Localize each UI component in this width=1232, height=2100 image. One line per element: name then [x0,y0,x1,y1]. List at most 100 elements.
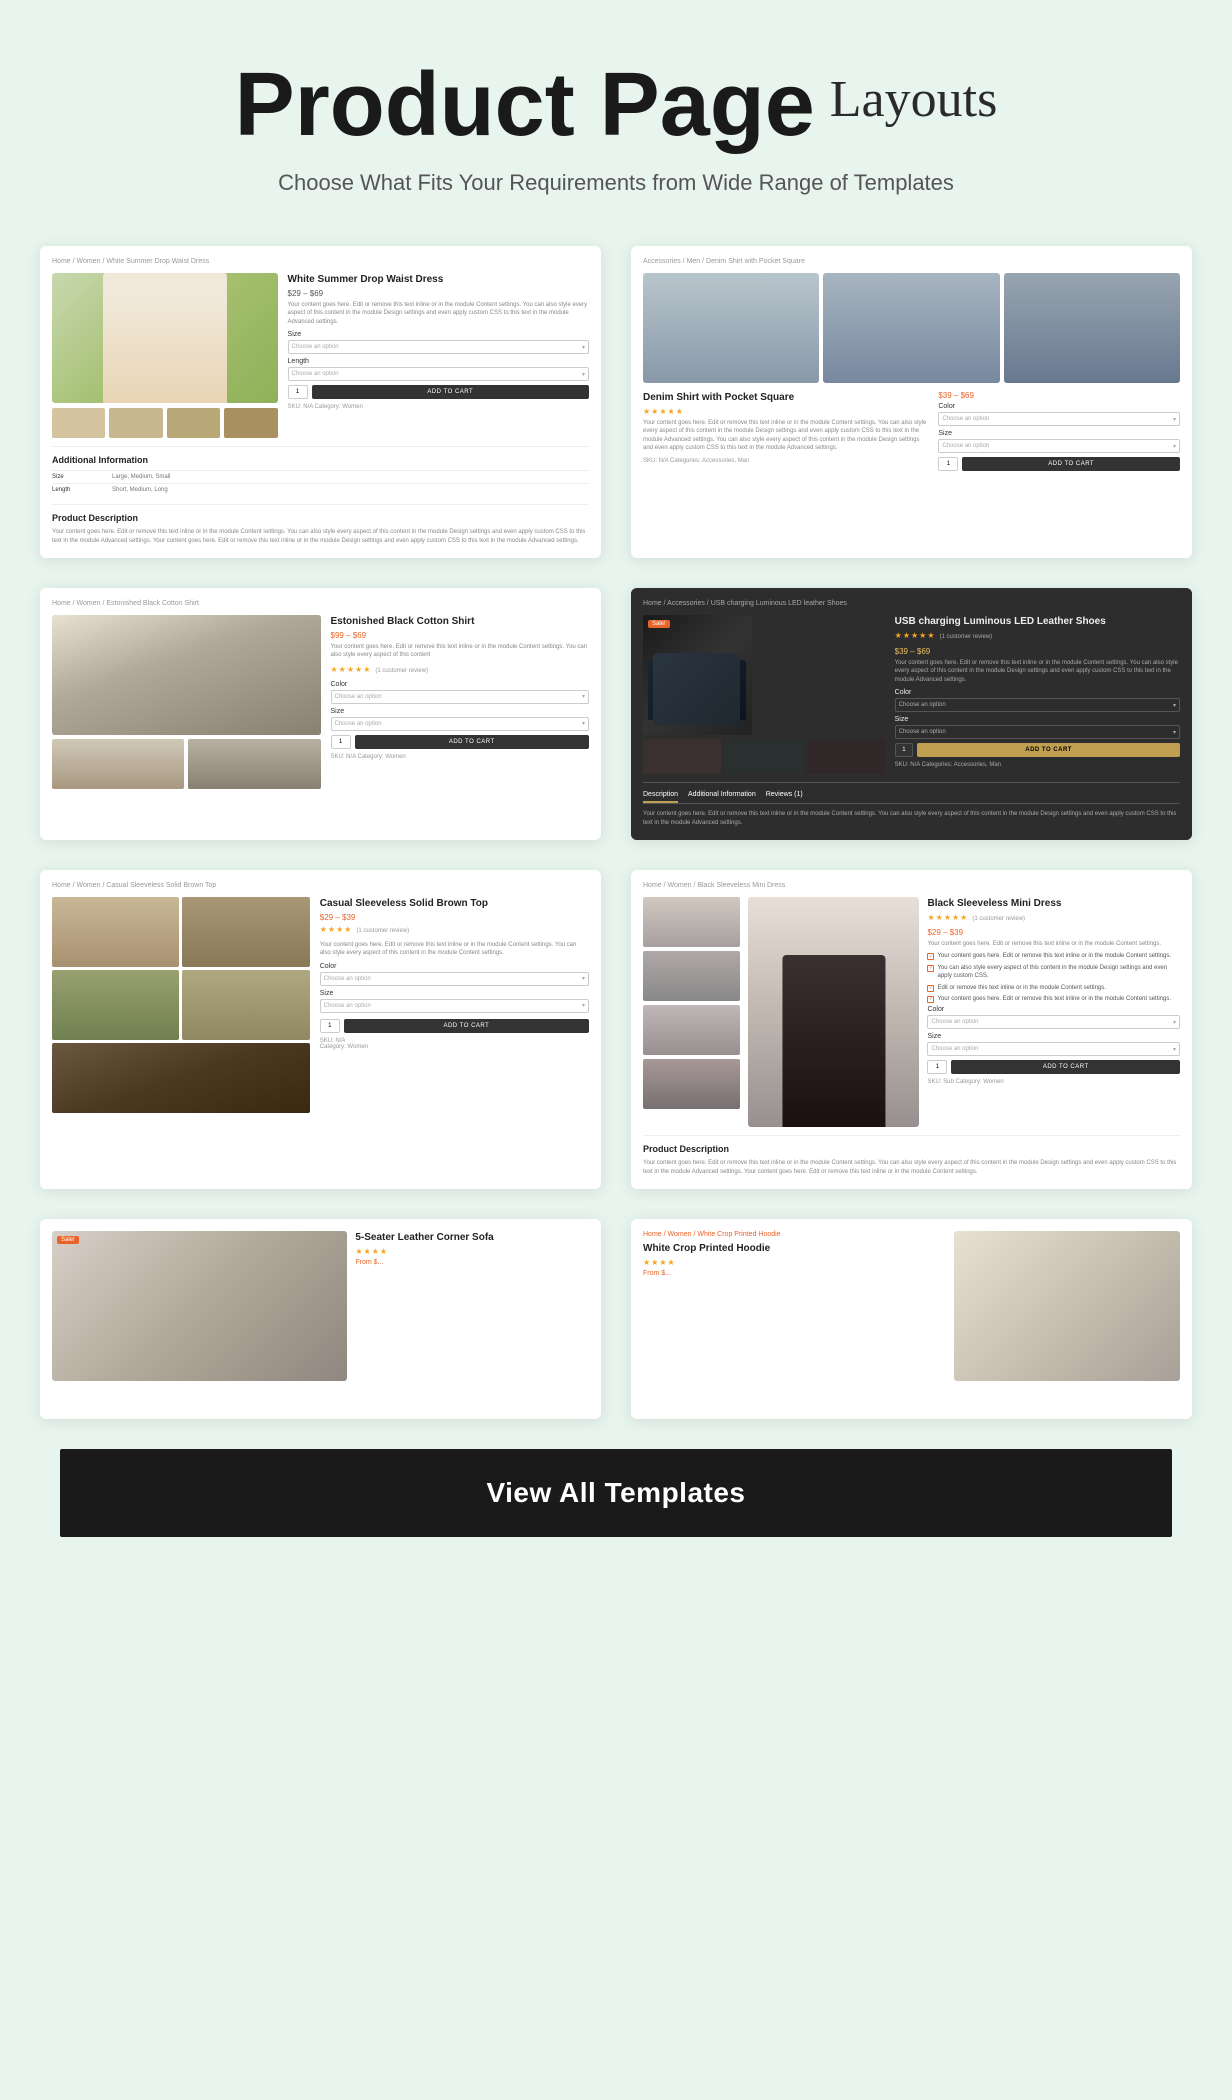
tab-additional-4[interactable]: Additional Information [688,791,756,803]
sale-badge-4: Sale! [648,620,670,628]
product-main-img-2c [1004,273,1180,383]
stars-2: ★★★★★ [643,407,928,416]
size-select-4[interactable]: Choose an option ▾ [895,725,1180,739]
breadcrumb-5: Home / Women / Casual Sleeveless Solid B… [52,882,589,889]
color-label-4: Color [895,689,1180,696]
product-desc-5: Your content goes here. Edit or remove t… [320,941,589,958]
mockup-3: Home / Women / Estonished Black Cotton S… [40,588,601,801]
checkbox-6d[interactable] [927,996,934,1003]
size-info-val-1: Large, Medium, Small [112,474,170,480]
product-price-4: $39 – $69 [895,647,1180,656]
template-card-8[interactable]: Home / Women / White Crop Printed Hoodie… [631,1219,1192,1419]
product-thumb-3b[interactable] [188,739,320,789]
stars-7: ★★★★ [355,1247,589,1256]
qty-input-6[interactable]: 1 [927,1060,947,1074]
checkbox-6a[interactable] [927,953,934,960]
color-label-3: Color [331,681,590,688]
template-card-6[interactable]: Home / Women / Black Sleeveless Mini Dre… [631,870,1192,1189]
stars-5: ★★★★ [320,925,353,934]
tab-reviews-4[interactable]: Reviews (1) [766,791,803,803]
size-select-3[interactable]: Choose an option ▾ [331,717,590,731]
sku-2: SKU: N/A Categories: Accessories, Man [643,458,928,464]
template-card-3[interactable]: Home / Women / Estonished Black Cotton S… [40,588,601,840]
product-title-7: 5-Seater Leather Corner Sofa [355,1231,589,1244]
size-select-5[interactable]: Choose an option ▾ [320,999,589,1013]
product-img-5e [52,1043,310,1113]
atc-button-2[interactable]: ADD TO CART [962,457,1180,471]
size-label-4: Size [895,716,1180,723]
templates-grid: Home / Women / White Summer Drop Waist D… [40,246,1192,1419]
sku-1: SKU: N/A Category: Women [288,404,589,410]
template-card-1[interactable]: Home / Women / White Summer Drop Waist D… [40,246,601,558]
qty-input-1[interactable]: 1 [288,385,308,399]
qty-input-2[interactable]: 1 [938,457,958,471]
product-img-5c [52,970,179,1040]
product-img-5b [182,897,309,967]
check-text-6d: Your content goes here. Edit or remove t… [937,995,1171,1003]
product-thumb-1d[interactable] [224,408,277,438]
checkbox-6b[interactable] [927,965,934,972]
product-thumb-6d[interactable] [643,1059,740,1109]
size-select-1[interactable]: Choose an option ▾ [288,340,589,354]
template-card-7[interactable]: Sale! 5-Seater Leather Corner Sofa ★★★★ … [40,1219,601,1419]
length-select-1[interactable]: Choose an option ▾ [288,367,589,381]
check-text-6a: Your content goes here. Edit or remove t… [937,952,1171,960]
stars-label-3: (1 customer review) [375,668,428,674]
size-label-1: Size [288,331,589,338]
template-card-5[interactable]: Home / Women / Casual Sleeveless Solid B… [40,870,601,1189]
mockup-5: Home / Women / Casual Sleeveless Solid B… [40,870,601,1125]
product-thumb-4c[interactable] [807,739,885,774]
product-title-2: Denim Shirt with Pocket Square [643,391,928,404]
product-thumb-3a[interactable] [52,739,184,789]
qty-input-4[interactable]: 1 [895,743,914,757]
size-label-6: Size [927,1033,1180,1040]
color-label-2: Color [938,403,1180,410]
product-thumb-6c[interactable] [643,1005,740,1055]
breadcrumb-4: Home / Accessories / USB charging Lumino… [643,600,1180,607]
length-info-val-1: Short, Medium, Long [112,487,168,493]
product-price-3: $99 – $69 [331,631,590,640]
color-select-5[interactable]: Choose an option ▾ [320,972,589,986]
stars-label-4: (1 customer review) [940,634,993,640]
mockup-6: Home / Women / Black Sleeveless Mini Dre… [631,870,1192,1189]
atc-button-5[interactable]: ADD TO CART [344,1019,589,1033]
product-thumb-1c[interactable] [167,408,220,438]
mockup-7: Sale! 5-Seater Leather Corner Sofa ★★★★ … [40,1219,601,1393]
color-select-2[interactable]: Choose an option ▾ [938,412,1180,426]
product-title-3: Estonished Black Cotton Shirt [331,615,590,628]
template-card-4[interactable]: Home / Accessories / USB charging Lumino… [631,588,1192,840]
size-info-label-1: Size [52,474,112,480]
breadcrumb-6: Home / Women / Black Sleeveless Mini Dre… [643,882,1180,889]
size-select-2[interactable]: Choose an option ▾ [938,439,1180,453]
qty-input-5[interactable]: 1 [320,1019,340,1033]
page-title-cursive: Layouts [830,70,998,129]
size-select-6[interactable]: Choose an option ▾ [927,1042,1180,1056]
page-title: Product Page [235,60,815,150]
color-select-4[interactable]: Choose an option ▾ [895,698,1180,712]
sku-4: SKU: N/A Categories: Accessories, Man [895,762,1180,768]
atc-button-4[interactable]: ADD TO CART [917,743,1180,757]
color-select-3[interactable]: Choose an option ▾ [331,690,590,704]
product-thumb-4a[interactable] [643,739,721,774]
atc-button-3[interactable]: ADD TO CART [355,735,590,749]
stars-label-6: (1 customer review) [972,916,1025,922]
qty-input-3[interactable]: 1 [331,735,351,749]
color-select-6[interactable]: Choose an option ▾ [927,1015,1180,1029]
additional-info-title-1: Additional Information [52,455,589,465]
product-thumb-6b[interactable] [643,951,740,1001]
view-all-button[interactable]: View All Templates [60,1449,1172,1537]
checkbox-6c[interactable] [927,985,934,992]
mockup-8: Home / Women / White Crop Printed Hoodie… [631,1219,1192,1393]
atc-button-1[interactable]: ADD TO CART [312,385,589,399]
product-thumb-4b[interactable] [725,739,803,774]
atc-button-6[interactable]: ADD TO CART [951,1060,1180,1074]
tab-description-4[interactable]: Description [643,791,678,803]
template-card-2[interactable]: Accessories / Men / Denim Shirt with Poc… [631,246,1192,558]
check-text-6c: Edit or remove this text inline or in th… [937,984,1105,992]
product-thumb-1b[interactable] [109,408,162,438]
product-img-5a [52,897,179,967]
product-desc-title-1: Product Description [52,513,589,523]
product-thumb-1a[interactable] [52,408,105,438]
product-thumb-6a[interactable] [643,897,740,947]
product-title-8: White Crop Printed Hoodie [643,1242,946,1255]
